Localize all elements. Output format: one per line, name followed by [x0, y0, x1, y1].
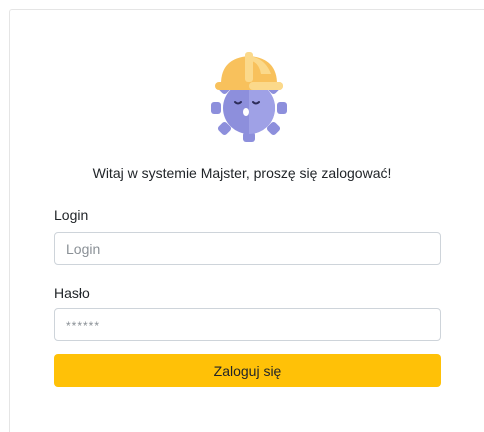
password-input[interactable] — [54, 308, 441, 341]
welcome-message: Witaj w systemie Majster, proszę się zal… — [92, 165, 392, 181]
hard-hat-gear-mascot-icon — [205, 44, 293, 144]
login-label: Login — [54, 207, 89, 223]
password-label: Hasło — [54, 285, 90, 301]
login-input[interactable] — [54, 232, 441, 265]
login-submit-button[interactable]: Zaloguj się — [54, 354, 441, 387]
